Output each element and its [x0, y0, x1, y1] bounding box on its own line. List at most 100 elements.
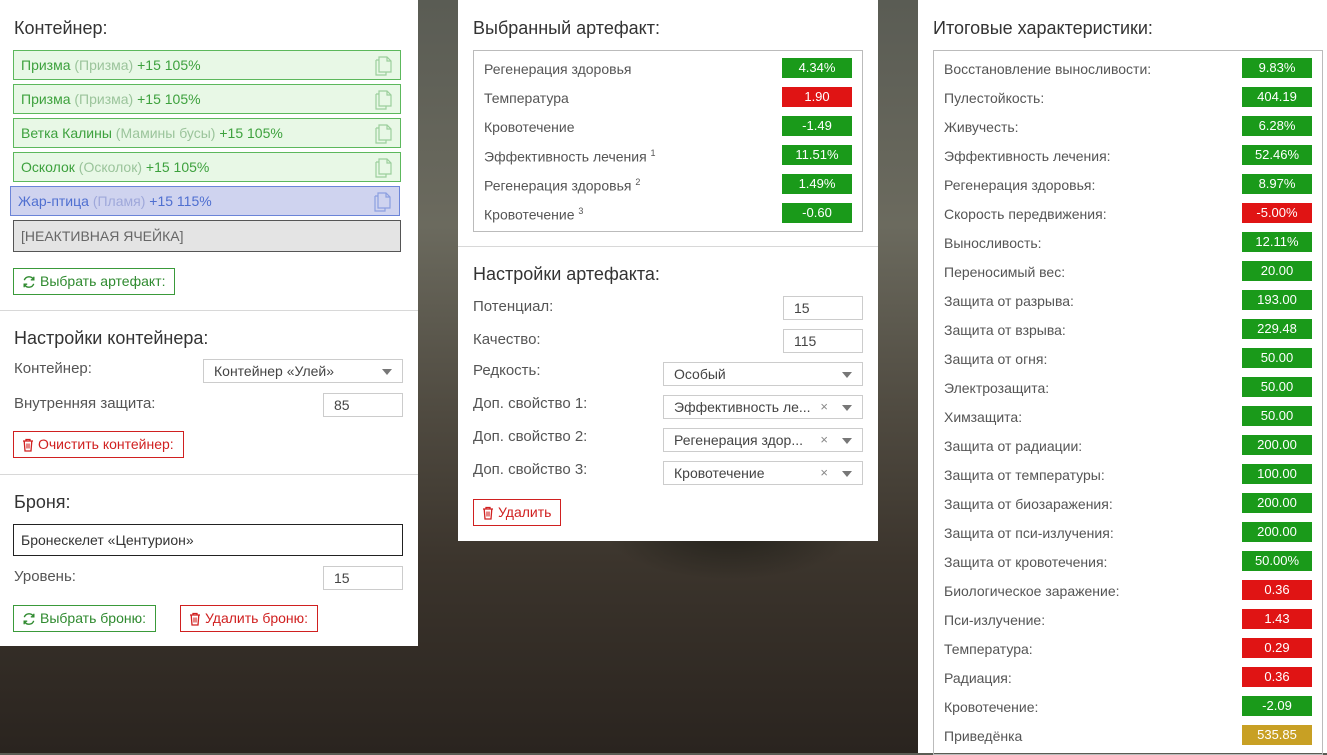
stat-value: -2.09	[1242, 696, 1312, 716]
stat-row: Защита от радиации: 200.00	[934, 431, 1322, 460]
slot-bonus: +15 105%	[145, 159, 210, 175]
select-armor-button[interactable]: Выбрать броню:	[13, 605, 156, 632]
prop3-select[interactable]: Кровотечение ×	[663, 461, 863, 485]
stat-value: 1.90	[782, 87, 852, 107]
stat-value: 0.36	[1242, 580, 1312, 600]
artifact-slot[interactable]: Ветка Калины (Мамины бусы) +15 105%	[13, 118, 401, 148]
container-select[interactable]: Контейнер «Улей»	[203, 359, 403, 383]
clear-icon[interactable]: ×	[820, 396, 828, 418]
stat-name: Химзащита:	[944, 409, 1023, 425]
clear-icon[interactable]: ×	[820, 429, 828, 451]
slot-subname: (Призма)	[74, 91, 134, 107]
stat-value: 535.85	[1242, 725, 1312, 745]
potential-input[interactable]: 15	[783, 296, 863, 320]
slot-bonus: +15 105%	[219, 125, 283, 141]
stat-value: 1.49%	[782, 174, 852, 194]
quality-input[interactable]: 115	[783, 329, 863, 353]
stat-name: Выносливость:	[944, 235, 1042, 251]
stat-row: Защита от разрыва: 193.00	[934, 286, 1322, 315]
potential-label: Потенциал:	[473, 298, 554, 315]
artifact-slot[interactable]: Жар-птица (Пламя) +15 115%	[10, 186, 400, 216]
stat-name: Электрозащита:	[944, 380, 1050, 396]
stat-row: Защита от взрыва: 229.48	[934, 315, 1322, 344]
stat-row: Кровотечение -1.49	[474, 112, 862, 141]
totals-stats: Восстановление выносливости: 9.83% Пулесто…	[933, 50, 1323, 755]
stat-value: 200.00	[1242, 493, 1312, 513]
stat-name: Эффективность лечения:	[944, 148, 1111, 164]
stat-footnote: 1	[650, 148, 656, 158]
protection-input[interactable]: 85	[323, 393, 403, 417]
stat-value: 200.00	[1242, 522, 1312, 542]
stat-value: 8.97%	[1242, 174, 1312, 194]
prop2-select[interactable]: Регенерация здор... ×	[663, 428, 863, 452]
stat-row: Защита от огня: 50.00	[934, 344, 1322, 373]
slot-subname: (Осколок)	[78, 159, 142, 175]
stat-name: Защита от радиации:	[944, 438, 1083, 454]
stat-name: Регенерация здоровья	[484, 61, 632, 77]
stat-row: Эффективность лечения: 52.46%	[934, 141, 1322, 170]
armor-name-field[interactable]: Бронескелет «Центурион»	[13, 524, 403, 556]
artifact-slot[interactable]: Призма (Призма) +15 105%	[13, 50, 401, 80]
copy-icon[interactable]	[374, 158, 392, 178]
stat-name: Кровотечение:	[944, 699, 1039, 715]
slot-name: Ветка Калины	[21, 125, 112, 141]
stat-value: -0.60	[782, 203, 852, 223]
delete-artifact-button[interactable]: Удалить	[473, 499, 562, 526]
totals-title: Итоговые характеристики:	[933, 18, 1153, 38]
quality-label: Качество:	[473, 331, 541, 348]
copy-icon[interactable]	[374, 90, 392, 110]
stat-name: Температура:	[944, 641, 1033, 657]
slot-name: Призма	[21, 91, 71, 107]
artifact-settings-title: Настройки артефакта:	[473, 264, 660, 284]
select-artifact-button[interactable]: Выбрать артефакт:	[13, 268, 176, 295]
armor-level-label: Уровень:	[14, 568, 76, 585]
container-panel: Контейнер: Призма (Призма) +15 105% Призм…	[0, 0, 418, 646]
chevron-down-icon	[842, 405, 852, 411]
stat-value: 193.00	[1242, 290, 1312, 310]
stat-value: 50.00	[1242, 377, 1312, 397]
divider	[458, 246, 878, 247]
stat-name: Приведёнка	[944, 728, 1023, 744]
stat-name: Защита от кровотечения:	[944, 554, 1108, 570]
stat-value: 50.00	[1242, 348, 1312, 368]
armor-level-input[interactable]: 15	[323, 566, 403, 590]
stat-name: Регенерация здоровья 2	[484, 177, 641, 194]
stat-value: 0.29	[1242, 638, 1312, 658]
prop3-value: Кровотечение	[674, 465, 765, 481]
stat-name: Защита от взрыва:	[944, 322, 1066, 338]
artifact-slot[interactable]: Призма (Призма) +15 105%	[13, 84, 401, 114]
copy-icon[interactable]	[373, 192, 391, 212]
chevron-down-icon	[842, 438, 852, 444]
slot-bonus: +15 115%	[149, 193, 212, 209]
stat-row: Защита от температуры: 100.00	[934, 460, 1322, 489]
chevron-down-icon	[842, 471, 852, 477]
stat-value: 20.00	[1242, 261, 1312, 281]
stat-value: 12.11%	[1242, 232, 1312, 252]
chevron-down-icon	[842, 372, 852, 378]
copy-icon[interactable]	[374, 124, 392, 144]
slot-name: Осколок	[21, 159, 75, 175]
prop1-select[interactable]: Эффективность ле... ×	[663, 395, 863, 419]
chevron-down-icon	[382, 369, 392, 375]
stat-value: 100.00	[1242, 464, 1312, 484]
clear-icon[interactable]: ×	[820, 462, 828, 484]
rarity-label: Редкость:	[473, 362, 541, 379]
stat-row: Радиация: 0.36	[934, 663, 1322, 692]
rarity-select[interactable]: Особый	[663, 362, 863, 386]
prop2-label: Доп. свойство 2:	[473, 428, 588, 445]
prop1-label: Доп. свойство 1:	[473, 395, 588, 412]
totals-panel: Итоговые характеристики: Восстановление …	[918, 0, 1327, 755]
stat-name: Пулестойкость:	[944, 90, 1045, 106]
stat-name: Пси-излучение:	[944, 612, 1046, 628]
stat-row: Регенерация здоровья: 8.97%	[934, 170, 1322, 199]
stat-row: Регенерация здоровья 2 1.49%	[474, 170, 862, 199]
stat-value: -1.49	[782, 116, 852, 136]
rarity-value: Особый	[674, 366, 726, 382]
prop3-label: Доп. свойство 3:	[473, 461, 588, 478]
artifact-slot[interactable]: Осколок (Осколок) +15 105%	[13, 152, 401, 182]
slot-name: Призма	[21, 57, 71, 73]
protection-label: Внутренняя защита:	[14, 395, 156, 412]
clear-container-button[interactable]: Очистить контейнер:	[13, 431, 184, 458]
delete-armor-button[interactable]: Удалить броню:	[180, 605, 319, 632]
copy-icon[interactable]	[374, 56, 392, 76]
